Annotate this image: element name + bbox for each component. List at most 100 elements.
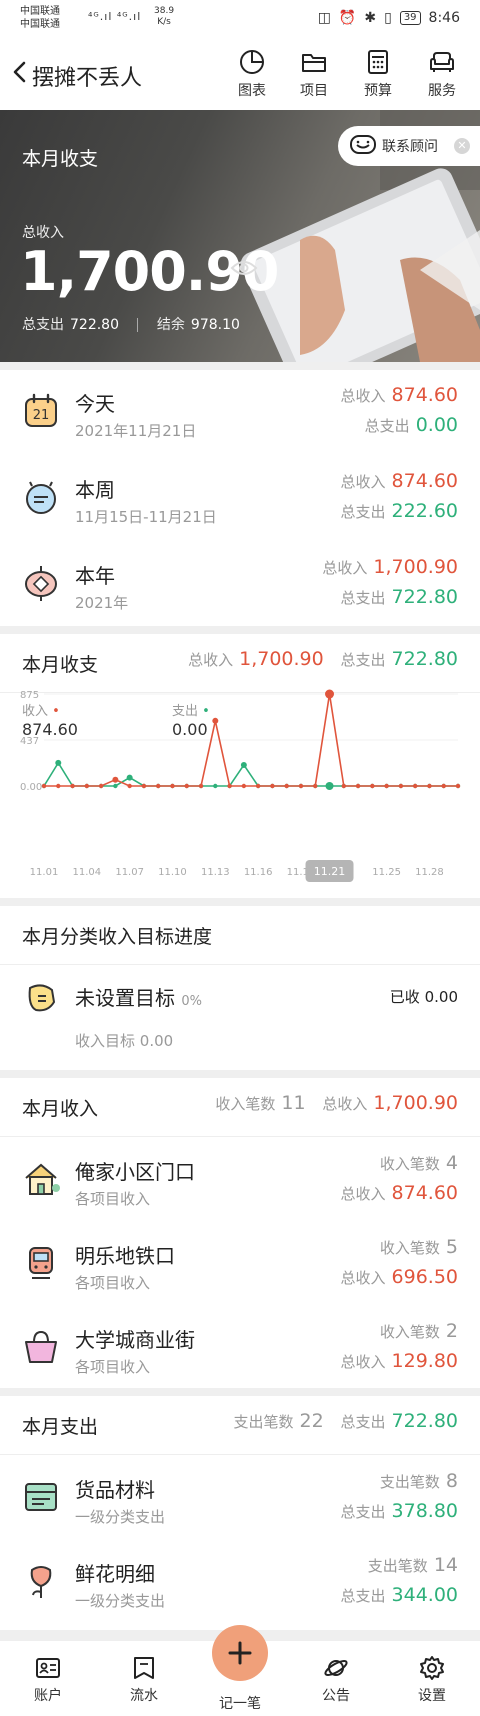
period-date: 2021年 (75, 594, 129, 612)
expense-item-name: 货品材料 (75, 1478, 155, 1502)
income-point (127, 783, 132, 789)
nav-settings-label: 设置 (418, 1688, 446, 1704)
month-line-chart[interactable]: 875 437 0.00 11.01 11.04 11.07 11.10 11.13 11.16… (0, 634, 480, 898)
period-row-today[interactable]: 21 今天 2021年11月21日 总收入 874.60 总支出 0.00 (0, 370, 480, 456)
total-income-label: 总收入 (22, 225, 64, 241)
nav-settings[interactable]: 设置 (402, 1655, 462, 1705)
flower-icon (30, 1566, 52, 1598)
income-point (227, 783, 232, 789)
month-chart-card: 本月收支 总收入 1,700.90 总支出 722.80 收入 • 874.60 支… (0, 634, 480, 898)
expense-series-line (43, 761, 458, 787)
income-item-count-label: 收入笔数 (379, 1323, 440, 1341)
back-arrow-icon[interactable] (8, 60, 32, 84)
income-point (198, 783, 204, 789)
goal-name: 未设置目标 0% (75, 982, 202, 1011)
income-point (241, 783, 247, 789)
income-item-row[interactable]: 俺家小区门口 各项目收入 收入笔数 4 总收入 874.60 (0, 1138, 480, 1222)
x-tick-label: 11.21 (314, 865, 346, 878)
income-point (284, 783, 289, 789)
goal-received-value: 0.00 (424, 988, 458, 1006)
period-expense: 总支出 222.60 (341, 500, 459, 522)
nav-announcement-label: 公告 (322, 1688, 350, 1704)
income-item-total-label: 总收入 (340, 1353, 386, 1371)
planet-icon (324, 1660, 348, 1676)
x-tick-label: 11.13 (201, 867, 230, 878)
income-item-name: 俺家小区门口 (75, 1160, 195, 1184)
chart-button-label: 图表 (238, 83, 266, 99)
x-tick-label: 11.28 (415, 867, 444, 878)
bottom-nav: 账户 流水 记一笔 公告 设置 (0, 1625, 480, 1716)
x-tick-label: 11.25 (372, 867, 401, 878)
service-button-label: 服务 (428, 83, 456, 99)
income-item-sub: 各项目收入 (75, 1274, 151, 1292)
period-name: 本年 (75, 564, 115, 588)
shopping-basket-icon (25, 1330, 57, 1363)
income-item-total: 总收入 696.50 (341, 1266, 459, 1288)
income-item-count: 收入笔数 2 (380, 1320, 458, 1342)
target-hand-icon (28, 984, 56, 1012)
period-expense: 总支出 722.80 (341, 586, 459, 608)
month-income-totals: 收入笔数 11 总收入 1,700.90 (215, 1092, 458, 1114)
goal-received-label: 已收 (389, 988, 420, 1006)
budget-button[interactable]: 预算 (350, 48, 406, 100)
plus-icon (228, 1641, 252, 1665)
chart-button[interactable]: 图表 (224, 48, 280, 100)
total-expense-label: 总支出 (22, 317, 64, 333)
project-button[interactable]: 项目 (286, 48, 342, 100)
ledger-icon (134, 1657, 154, 1679)
divider (0, 1136, 480, 1137)
income-count-label: 收入笔数 (215, 1095, 276, 1113)
service-button[interactable]: 服务 (414, 48, 470, 100)
nav-account-label: 账户 (34, 1688, 62, 1704)
contact-advisor-button[interactable]: 联系顾问 ✕ (338, 126, 480, 166)
chat-bubble-icon (350, 135, 376, 154)
expense-item-count-label: 支出笔数 (379, 1473, 440, 1491)
period-row-year[interactable]: 本年 2021年 总收入 1,700.90 总支出 722.80 (0, 542, 480, 628)
x-tick-label: 11.01 (30, 867, 59, 878)
income-item-count-label: 收入笔数 (379, 1155, 440, 1173)
period-expense-label: 总支出 (340, 589, 386, 607)
x-tick-label: 11.16 (244, 867, 273, 878)
period-income-value: 1,700.90 (373, 556, 458, 578)
income-point (70, 783, 75, 789)
goal-name-text: 未设置目标 (75, 986, 175, 1010)
expense-point (55, 759, 62, 766)
expense-point (126, 774, 133, 781)
add-record-button[interactable] (212, 1625, 268, 1681)
x-tick-label: 11.10 (158, 867, 187, 878)
section-title: 本月支出 (22, 1416, 99, 1438)
income-point (441, 783, 446, 789)
alarm-clock-icon (26, 481, 56, 514)
period-row-week[interactable]: 本周 11月15日-11月21日 总收入 874.60 总支出 222.60 (0, 456, 480, 542)
nav-account[interactable]: 账户 (18, 1655, 78, 1705)
goal-target-label: 收入目标 (75, 1032, 136, 1050)
eye-icon[interactable] (230, 258, 258, 278)
period-income: 总收入 874.60 (341, 384, 459, 406)
income-item-count-value: 5 (445, 1236, 458, 1258)
expense-count-value: 22 (299, 1410, 324, 1432)
month-expense-card: 本月支出 支出笔数 22 总支出 722.80 货品材料 一级分类支出 支出笔数 8 … (0, 1396, 480, 1630)
expense-item-row[interactable]: 货品材料 一级分类支出 支出笔数 8 总支出 378.80 (0, 1456, 480, 1540)
income-item-count-value: 2 (445, 1320, 458, 1342)
income-point (255, 783, 261, 789)
income-item-count-value: 4 (445, 1152, 458, 1174)
income-item-row[interactable]: 明乐地铁口 各项目收入 收入笔数 5 总收入 696.50 (0, 1222, 480, 1306)
section-title: 本月分类收入目标进度 (22, 926, 213, 948)
income-item-sub: 各项目收入 (75, 1358, 151, 1376)
nav-announcement[interactable]: 公告 (306, 1655, 366, 1705)
period-name: 本周 (75, 478, 115, 502)
expense-item-row[interactable]: 鲜花明细 一级分类支出 支出笔数 14 总支出 344.00 (0, 1540, 480, 1624)
income-item-row[interactable]: 大学城商业街 各项目收入 收入笔数 2 总收入 129.80 (0, 1306, 480, 1390)
income-item-total-value: 129.80 (391, 1350, 458, 1372)
income-point (112, 776, 119, 783)
expense-item-count: 支出笔数 14 (368, 1554, 458, 1576)
income-item-count: 收入笔数 5 (380, 1236, 458, 1258)
income-point (298, 783, 304, 789)
app-screen: 中国联通 中国联通 ⁴ᴳ.ıl ⁴ᴳ.ıl 38.9 K/s ◫ ⏰ ✱ ▯ 3… (0, 0, 480, 1716)
nav-flow[interactable]: 流水 (114, 1655, 174, 1705)
income-item-total: 总收入 874.60 (341, 1182, 459, 1204)
period-income-label: 总收入 (322, 559, 368, 577)
expense-count-label: 支出笔数 (233, 1413, 294, 1431)
close-icon[interactable]: ✕ (454, 138, 470, 154)
income-point (41, 783, 47, 789)
